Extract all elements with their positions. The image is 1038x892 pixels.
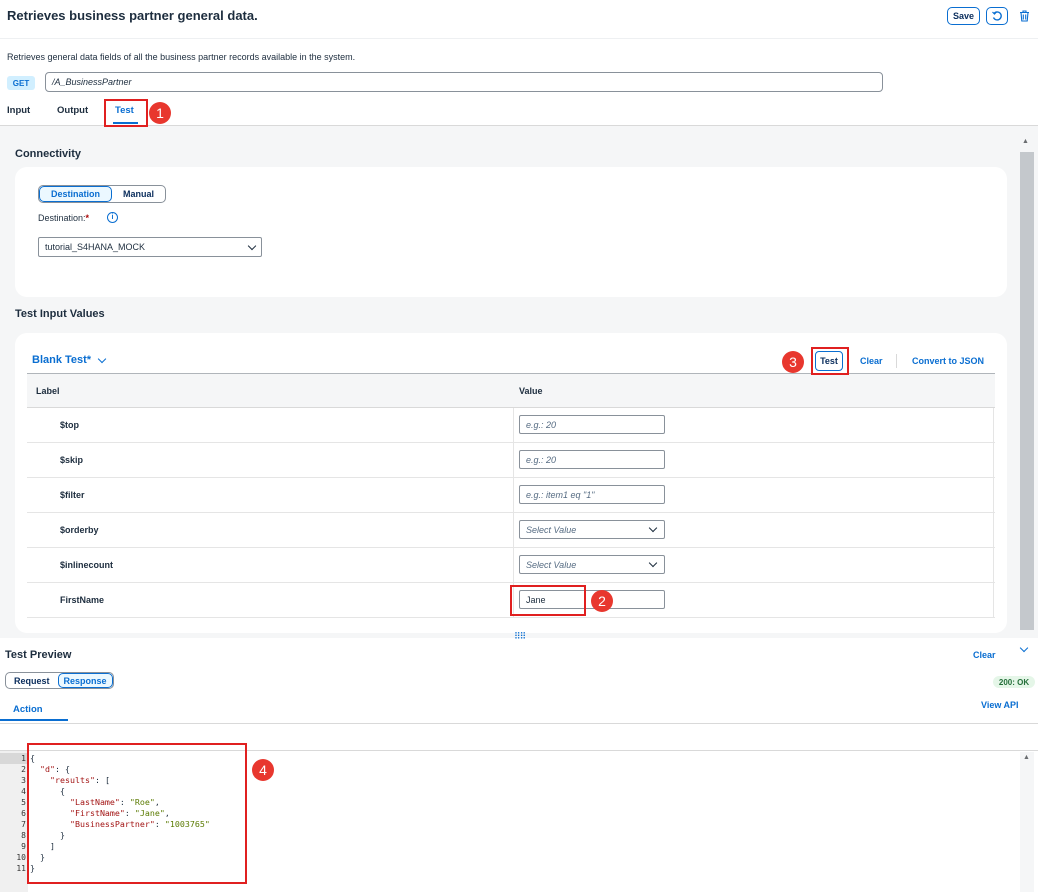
column-header-value: Value: [519, 386, 543, 396]
convert-to-json-button[interactable]: Convert to JSON: [912, 356, 984, 366]
page-title: Retrieves business partner general data.: [7, 8, 258, 23]
test-input-title: Test Input Values: [15, 308, 105, 320]
test-variant-select[interactable]: Blank Test*: [32, 354, 107, 366]
line-number: 4: [21, 787, 26, 796]
table-row: $top e.g.: 20: [27, 408, 995, 443]
trash-icon: [1019, 10, 1029, 22]
mode-destination-button[interactable]: Destination: [39, 186, 113, 202]
chevron-down-icon: [97, 354, 107, 363]
annotation-marker-1: 1: [149, 102, 171, 124]
column-header-label: Label: [36, 386, 60, 396]
line-number: 2: [21, 765, 26, 774]
active-tab-indicator: [0, 719, 68, 721]
line-number: 1: [0, 753, 28, 764]
collapse-preview-button[interactable]: [1019, 643, 1029, 653]
annotation-marker-4: 4: [252, 759, 274, 781]
test-variant-label: Blank Test*: [32, 354, 92, 366]
scroll-up-icon[interactable]: ▲: [1022, 138, 1029, 145]
connectivity-title: Connectivity: [15, 148, 82, 160]
path-input[interactable]: /A_BusinessPartner: [45, 72, 883, 92]
view-api-link[interactable]: View API: [981, 700, 1019, 710]
test-preview-title: Test Preview: [5, 649, 72, 661]
orderby-select[interactable]: Select Value: [519, 520, 665, 539]
table-row: $inlinecount Select Value: [27, 548, 995, 583]
reset-button[interactable]: [986, 7, 1008, 25]
line-number: 11: [16, 864, 26, 873]
line-number: 7: [21, 820, 26, 829]
line-number: 9: [21, 842, 26, 851]
filter-input[interactable]: e.g.: item1 eq "1": [519, 485, 665, 504]
annotation-marker-3: 3: [782, 351, 804, 373]
table-row: $skip e.g.: 20: [27, 443, 995, 478]
orderby-placeholder: Select Value: [526, 524, 577, 535]
inlinecount-select[interactable]: Select Value: [519, 555, 665, 574]
line-number: 3: [21, 776, 26, 785]
resize-handle-icon[interactable]: ⠿⠿: [514, 631, 526, 642]
destination-value: tutorial_S4HANA_MOCK: [45, 242, 146, 252]
delete-button[interactable]: [1016, 7, 1032, 25]
http-method-badge: GET: [7, 76, 35, 90]
destination-label-text: Destination:: [38, 213, 86, 223]
chevron-down-icon: [648, 558, 658, 568]
request-button[interactable]: Request: [6, 673, 58, 688]
skip-input[interactable]: e.g.: 20: [519, 450, 665, 469]
clear-inputs-button[interactable]: Clear: [860, 356, 883, 366]
line-number: 8: [21, 831, 26, 840]
description: Retrieves general data fields of all the…: [7, 52, 356, 62]
chevron-down-icon: [648, 523, 658, 533]
status-badge: 200: OK: [993, 676, 1035, 688]
response-button[interactable]: Response: [57, 673, 113, 688]
line-number: 10: [16, 853, 26, 862]
scrollbar-thumb[interactable]: [1020, 152, 1034, 630]
header-divider: [0, 38, 1038, 39]
row-label: FirstName: [60, 595, 105, 605]
scroll-up-icon[interactable]: ▲: [1023, 754, 1030, 761]
info-icon[interactable]: i: [107, 212, 118, 223]
inlinecount-placeholder: Select Value: [526, 559, 577, 570]
connectivity-mode-toggle[interactable]: Destination Manual: [38, 185, 167, 203]
chevron-down-icon: [1019, 643, 1029, 653]
save-button[interactable]: Save: [947, 7, 980, 25]
row-label: $orderby: [60, 525, 99, 535]
value-cell: Select Value: [513, 548, 994, 582]
annotation-marker-2: 2: [591, 590, 613, 612]
row-label: $inlinecount: [60, 560, 114, 570]
line-number: 6: [21, 809, 26, 818]
action-divider: [0, 723, 1038, 724]
mode-manual-button[interactable]: Manual: [112, 186, 165, 202]
destination-select[interactable]: tutorial_S4HANA_MOCK: [38, 237, 262, 257]
reset-icon: [992, 11, 1002, 21]
clear-preview-button[interactable]: Clear: [973, 650, 996, 660]
table-row: $orderby Select Value: [27, 513, 995, 548]
annotation-box-1: [104, 99, 148, 127]
chevron-down-icon: [247, 241, 257, 250]
table-row: $filter e.g.: item1 eq "1": [27, 478, 995, 513]
top-input[interactable]: e.g.: 20: [519, 415, 665, 434]
value-cell: e.g.: item1 eq "1": [513, 478, 994, 512]
required-mark: *: [85, 213, 90, 223]
value-cell: e.g.: 20: [513, 443, 994, 477]
toolbar-divider: [896, 354, 897, 368]
table-header: Label Value: [27, 373, 995, 408]
preview-mode-toggle[interactable]: Request Response: [5, 672, 114, 689]
tab-output[interactable]: Output: [57, 105, 88, 116]
tab-input[interactable]: Input: [7, 105, 30, 116]
line-number: 5: [21, 798, 26, 807]
row-label: $filter: [60, 490, 85, 500]
annotation-box-2: [510, 585, 586, 616]
destination-label: Destination:*: [38, 213, 89, 223]
row-label: $top: [60, 420, 79, 430]
annotation-box-3: [811, 347, 849, 375]
row-label: $skip: [60, 455, 84, 465]
value-cell: Select Value: [513, 513, 994, 547]
value-cell: e.g.: 20: [513, 408, 994, 442]
editor-scrollbar[interactable]: [1020, 752, 1034, 892]
tab-action[interactable]: Action: [13, 704, 43, 715]
annotation-box-4: [27, 743, 247, 884]
